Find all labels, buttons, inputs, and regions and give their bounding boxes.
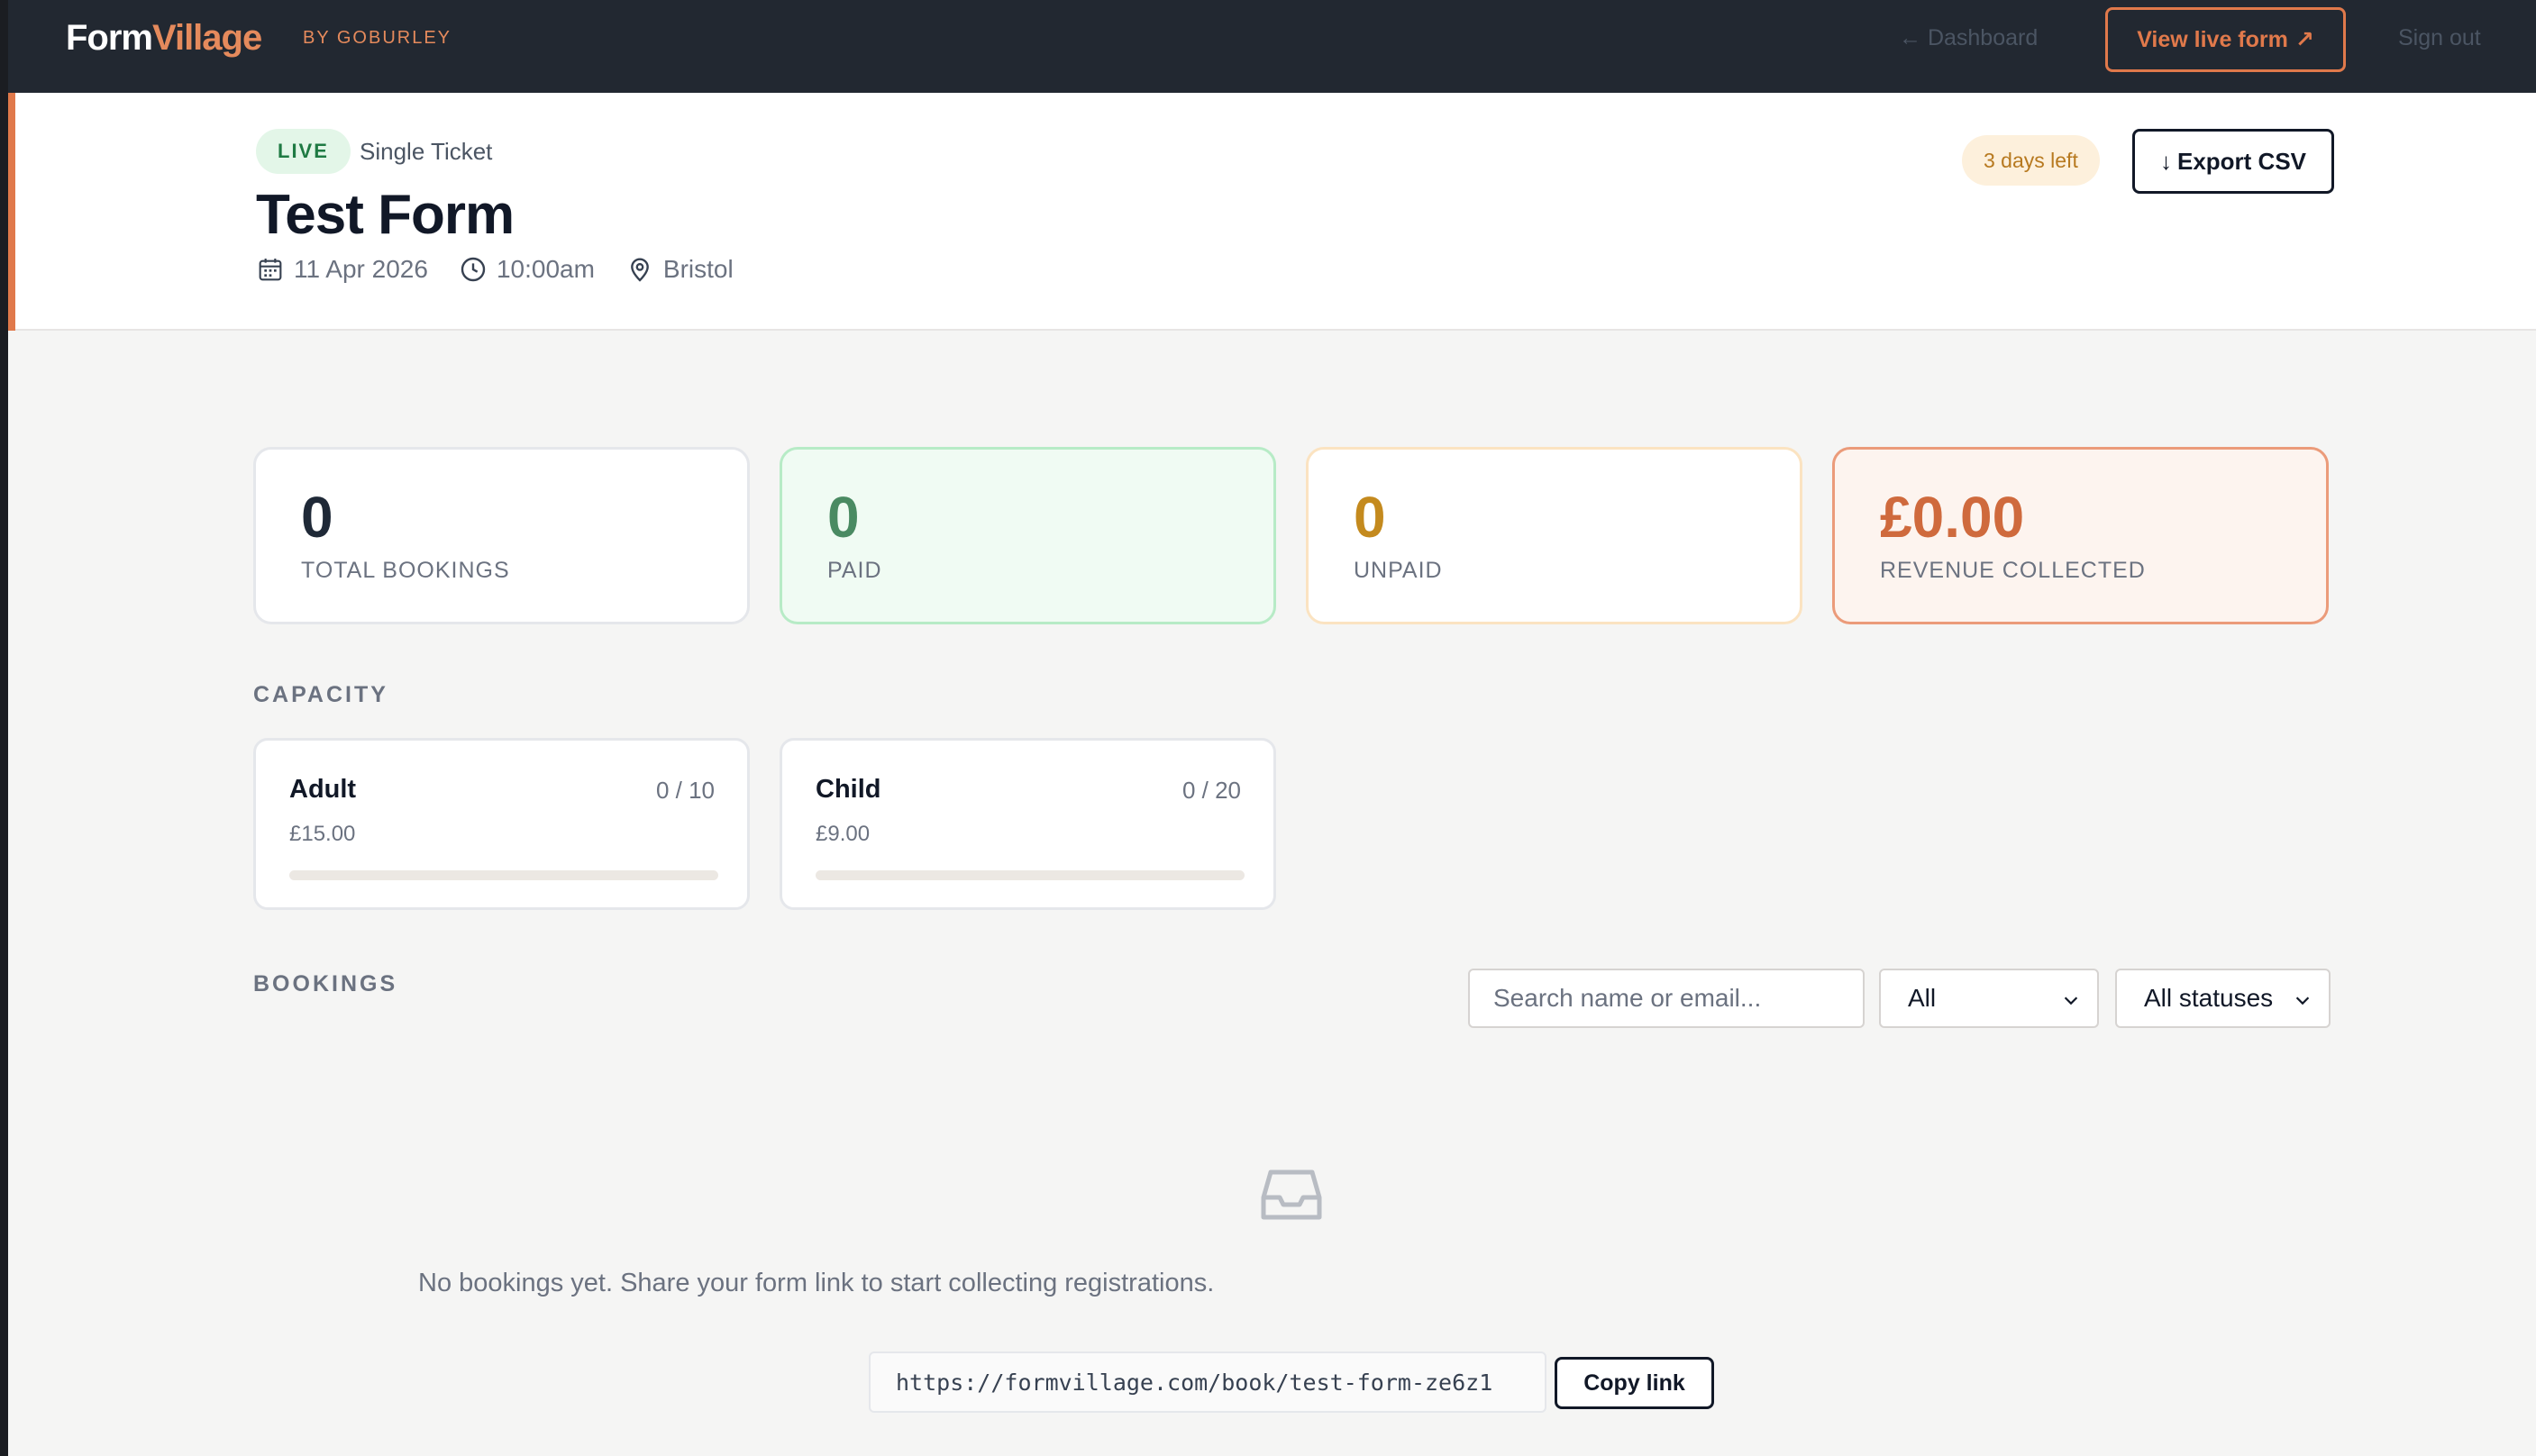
days-left-badge: 3 days left [1962, 135, 2100, 186]
capacity-progress-bar [289, 870, 718, 880]
capacity-count: 0 / 20 [1181, 777, 1241, 804]
form-link-field[interactable]: https://formvillage.com/book/test-form-z… [869, 1351, 1546, 1413]
stat-label: UNPAID [1354, 558, 1443, 583]
search-input[interactable] [1468, 969, 1865, 1028]
export-csv-button[interactable]: ↓ Export CSV [2132, 129, 2334, 194]
stat-value: £0.00 [1880, 485, 2025, 550]
map-pin-icon [631, 258, 649, 282]
inbox-icon [1261, 1169, 1322, 1220]
event-location-text: Bristol [662, 255, 734, 283]
stat-value: 0 [301, 485, 333, 550]
window-edge [0, 0, 8, 1456]
stat-label: PAID [827, 558, 882, 583]
status-filter-value: All statuses [2144, 984, 2274, 1012]
ticket-type-filter[interactable]: All [1879, 969, 2099, 1028]
event-location: Bristol [625, 255, 734, 284]
capacity-price: £15.00 [289, 822, 356, 846]
event-time: 10:00am [459, 255, 595, 284]
stat-unpaid: 0 UNPAID [1306, 447, 1802, 624]
page-title: Test Form [256, 184, 515, 246]
sign-out-link[interactable]: Sign out [2398, 25, 2481, 51]
capacity-card-adult: Adult 0 / 10 £15.00 [253, 738, 750, 910]
stat-total-bookings: 0 TOTAL BOOKINGS [253, 447, 750, 624]
view-live-form-label: View live form [2137, 26, 2288, 52]
event-date-text: 11 Apr 2026 [294, 255, 428, 283]
external-link-icon: ↗ [2294, 27, 2314, 52]
bookings-heading: BOOKINGS [253, 971, 398, 996]
chevron-down-icon [2295, 996, 2310, 1006]
ticket-type: Single Ticket [360, 138, 493, 165]
logo[interactable]: FormVillage [66, 18, 262, 59]
logo-text-village: Village [152, 18, 262, 58]
top-navigation-bar: FormVillage BY GOBURLEY ← Dashboard View… [8, 0, 2536, 93]
capacity-price: £9.00 [816, 822, 871, 846]
stat-value: 0 [1354, 485, 1386, 550]
download-icon: ↓ [2159, 147, 2172, 175]
calendar-icon [259, 259, 282, 281]
clock-icon [461, 257, 486, 282]
status-filter[interactable]: All statuses [2115, 969, 2331, 1028]
capacity-card-child: Child 0 / 20 £9.00 [780, 738, 1276, 910]
capacity-name: Adult [289, 775, 357, 804]
dashboard-link[interactable]: ← Dashboard [1899, 25, 2038, 51]
stat-value: 0 [827, 485, 860, 550]
event-meta: 11 Apr 2026 10:00am Bristol [256, 255, 764, 284]
form-header: LIVE Single Ticket Test Form 11 Apr 2026 [8, 93, 2536, 331]
ticket-type-filter-value: All [1908, 984, 1937, 1012]
capacity-progress-bar [816, 870, 1245, 880]
event-date: 11 Apr 2026 [256, 255, 428, 284]
accent-bar [8, 93, 15, 331]
stat-label: REVENUE COLLECTED [1880, 558, 2146, 583]
stat-paid: 0 PAID [780, 447, 1276, 624]
empty-state-message: No bookings yet. Share your form link to… [418, 1269, 1215, 1297]
export-csv-label: Export CSV [2176, 147, 2307, 175]
chevron-down-icon [2064, 996, 2078, 1006]
event-time-text: 10:00am [496, 255, 595, 283]
view-live-form-button[interactable]: View live form ↗ [2105, 7, 2346, 72]
stat-label: TOTAL BOOKINGS [301, 558, 510, 583]
capacity-name: Child [816, 775, 881, 804]
capacity-heading: CAPACITY [253, 682, 388, 707]
copy-link-button[interactable]: Copy link [1555, 1357, 1714, 1409]
byline: BY GOBURLEY [303, 28, 452, 48]
stat-revenue-collected: £0.00 REVENUE COLLECTED [1832, 447, 2329, 624]
status-badge: LIVE [256, 129, 351, 174]
capacity-count: 0 / 10 [655, 777, 715, 804]
logo-text-form: Form [66, 18, 153, 58]
